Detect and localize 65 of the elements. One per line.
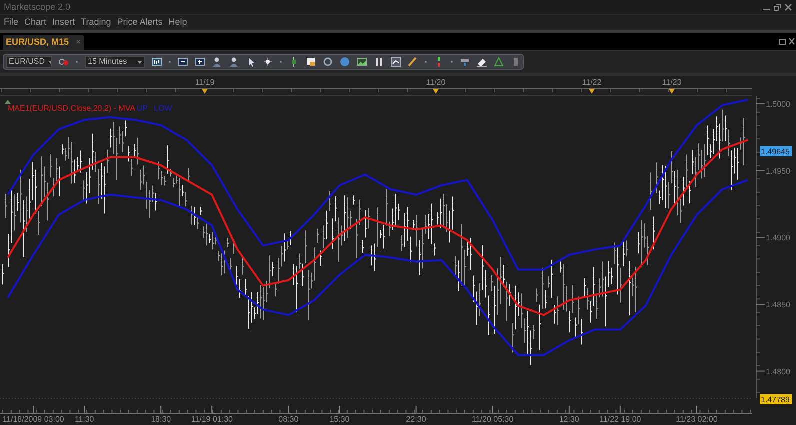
close-icon[interactable] <box>785 4 792 10</box>
menu-item[interactable]: Chart <box>24 18 48 27</box>
globe-icon[interactable] <box>340 57 350 67</box>
link-icon[interactable] <box>59 57 69 67</box>
legend-label: MAE1(EUR/USD.Close,20,2) - MVA <box>8 104 136 113</box>
time-axis-label: 11/22 19:00 <box>600 415 642 424</box>
grip-icon[interactable] <box>511 57 521 67</box>
text-tool-icon[interactable] <box>460 57 470 67</box>
time-axis-label: 18:30 <box>151 415 172 424</box>
date-label: 11/19 <box>195 78 215 87</box>
chart-window-icon[interactable] <box>391 57 401 67</box>
date-label: 11/20 <box>426 78 446 87</box>
instrument-dropdown[interactable]: EUR/USD <box>6 56 52 68</box>
restore-icon[interactable] <box>774 4 781 10</box>
caret-icon[interactable] <box>47 58 51 66</box>
price-axis-label: 1.5000 <box>766 100 790 110</box>
date-marker-icon <box>669 89 675 94</box>
menu-item[interactable]: File <box>3 18 20 27</box>
price-axis-label: 1.4950 <box>766 166 790 176</box>
price-tag: 1.47789 <box>760 394 792 404</box>
window-title: Marketscope 2.0 <box>4 2 71 12</box>
date-marker-icon <box>589 89 595 94</box>
price-axis-label: 1.4800 <box>766 367 790 376</box>
tab-label: EUR/USD, M15 <box>6 38 70 47</box>
time-axis-label: 11/19 01:30 <box>191 415 233 424</box>
date-marker-icon <box>202 89 208 94</box>
landscape-icon[interactable] <box>357 57 367 67</box>
date-label: 11/22 <box>582 78 602 87</box>
legend-label: LOW <box>154 104 172 113</box>
menu-item[interactable]: Price Alerts <box>116 18 164 27</box>
close-icon[interactable] <box>789 38 795 45</box>
date-marker-icon <box>433 89 439 94</box>
cursor-icon[interactable] <box>246 57 256 67</box>
time-axis-label: 11/18/2009 03:00 <box>2 415 64 424</box>
candle-icon[interactable] <box>289 57 299 67</box>
caret-icon[interactable] <box>136 58 144 66</box>
crosshair-icon[interactable] <box>263 57 273 67</box>
time-axis-label: 11:30 <box>74 415 94 424</box>
person-icon[interactable] <box>229 57 239 67</box>
restore-icon[interactable] <box>779 38 786 45</box>
note-icon[interactable] <box>306 57 316 67</box>
time-axis-label: 11/20 05:30 <box>472 415 514 424</box>
price-axis-label: 1.4850 <box>766 300 790 310</box>
timeframe-dropdown[interactable]: 15 Minutes <box>85 56 145 68</box>
date-label: 11/23 <box>662 78 682 87</box>
indicator-icon <box>5 100 11 104</box>
price-axis-label: 1.4900 <box>766 234 790 243</box>
menu-item[interactable]: Trading <box>80 18 112 27</box>
eraser-icon[interactable] <box>477 57 487 67</box>
chart-tab[interactable]: EUR/USD, M15 × <box>3 35 84 50</box>
person-icon[interactable] <box>212 57 222 67</box>
menu-item[interactable]: Help <box>168 18 188 27</box>
time-axis-label: 15:30 <box>330 415 350 424</box>
zoom-in-icon[interactable] <box>195 57 205 67</box>
time-axis-label: 08:30 <box>278 415 299 424</box>
time-axis-label: 12:30 <box>559 415 580 424</box>
time-axis-label: 11/23 02:00 <box>676 415 718 424</box>
legend-label: UP <box>136 104 148 113</box>
pause-icon[interactable] <box>374 57 384 67</box>
price-tag: 1.49645 <box>760 146 792 156</box>
menu-item[interactable]: Insert <box>52 18 76 27</box>
bar-chart-icon[interactable] <box>152 57 162 67</box>
pencil-icon[interactable] <box>408 57 418 67</box>
zoom-out-icon[interactable] <box>178 57 188 67</box>
time-axis-label: 22:30 <box>406 415 426 424</box>
